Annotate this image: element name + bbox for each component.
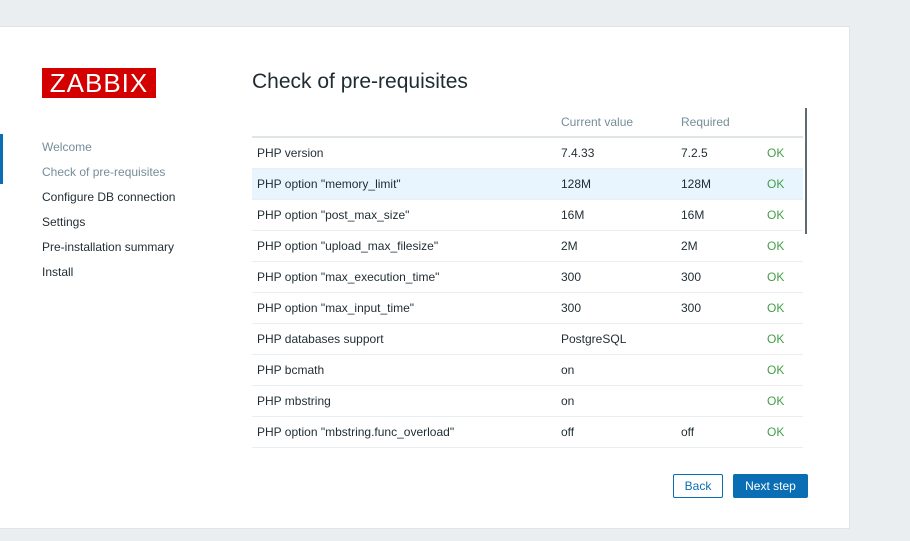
cell-status: OK	[762, 385, 803, 417]
prerequisites-table: Current value Required PHP version 7.4.3…	[252, 108, 803, 448]
cell-required	[676, 385, 762, 417]
back-button[interactable]: Back	[673, 474, 723, 498]
table-row: PHP bcmath on OK	[252, 354, 803, 386]
cell-name: PHP version	[252, 137, 556, 169]
cell-name: PHP mbstring	[252, 385, 556, 417]
cell-name: PHP option "post_max_size"	[252, 199, 556, 231]
header-status	[762, 108, 803, 138]
cell-current: 7.4.33	[556, 137, 676, 169]
cell-current: 300	[556, 292, 676, 324]
table-row: PHP version 7.4.33 7.2.5 OK	[252, 137, 803, 169]
header-name	[252, 108, 556, 138]
header-current-value: Current value	[556, 108, 676, 138]
cell-required: 7.2.5	[676, 137, 762, 169]
cell-status: OK	[762, 416, 803, 448]
step-configure-db: Configure DB connection	[42, 190, 176, 204]
cell-required: 2M	[676, 230, 762, 262]
prerequisites-table-container[interactable]: Current value Required PHP version 7.4.3…	[252, 108, 807, 448]
cell-current: 300	[556, 261, 676, 293]
cell-required: off	[676, 416, 762, 448]
cell-required: 16M	[676, 199, 762, 231]
cell-name: PHP option "upload_max_filesize"	[252, 230, 556, 262]
step-welcome: Welcome	[42, 140, 92, 154]
step-preinstall-summary: Pre-installation summary	[42, 240, 175, 254]
zabbix-logo: ZABBIX	[42, 68, 156, 98]
table-row: PHP option "max_execution_time" 300 300 …	[252, 261, 803, 293]
cell-current: 2M	[556, 230, 676, 262]
cell-name: PHP option "max_input_time"	[252, 292, 556, 324]
cell-status: OK	[762, 199, 803, 231]
cell-name: PHP option "max_execution_time"	[252, 261, 556, 293]
cell-name: PHP bcmath	[252, 354, 556, 386]
next-step-button[interactable]: Next step	[733, 474, 808, 498]
cell-name: PHP option "memory_limit"	[252, 168, 556, 200]
cell-required: 300	[676, 261, 762, 293]
cell-status: OK	[762, 168, 803, 200]
cell-required	[676, 323, 762, 355]
cell-current: 128M	[556, 168, 676, 200]
cell-current: on	[556, 354, 676, 386]
cell-status: OK	[762, 354, 803, 386]
table-row: PHP option "upload_max_filesize" 2M 2M O…	[252, 230, 803, 262]
cell-current: 16M	[556, 199, 676, 231]
setup-steps-nav: Welcome Check of pre-requisites Configur…	[42, 137, 175, 287]
table-row: PHP option "post_max_size" 16M 16M OK	[252, 199, 803, 231]
cell-status: OK	[762, 137, 803, 169]
cell-status: OK	[762, 230, 803, 262]
cell-required: 128M	[676, 168, 762, 200]
cell-name: PHP databases support	[252, 323, 556, 355]
table-row: PHP mbstring on OK	[252, 385, 803, 417]
cell-required: 300	[676, 292, 762, 324]
active-step-marker	[0, 134, 3, 184]
cell-status: OK	[762, 261, 803, 293]
step-settings: Settings	[42, 215, 86, 229]
table-row: PHP databases support PostgreSQL OK	[252, 323, 803, 355]
page-title: Check of pre-requisites	[252, 70, 468, 93]
step-check-prerequisites: Check of pre-requisites	[42, 165, 166, 179]
step-install: Install	[42, 265, 74, 279]
cell-current: off	[556, 416, 676, 448]
cell-name: PHP option "mbstring.func_overload"	[252, 416, 556, 448]
cell-status: OK	[762, 323, 803, 355]
table-scrollbar[interactable]	[805, 108, 807, 234]
cell-status: OK	[762, 292, 803, 324]
table-row: PHP option "mbstring.func_overload" off …	[252, 416, 803, 448]
table-row: PHP option "memory_limit" 128M 128M OK	[252, 168, 803, 200]
cell-required	[676, 354, 762, 386]
table-row: PHP option "max_input_time" 300 300 OK	[252, 292, 803, 324]
table-header-row: Current value Required	[252, 108, 803, 138]
header-required: Required	[676, 108, 762, 138]
cell-current: on	[556, 385, 676, 417]
cell-current: PostgreSQL	[556, 323, 676, 355]
